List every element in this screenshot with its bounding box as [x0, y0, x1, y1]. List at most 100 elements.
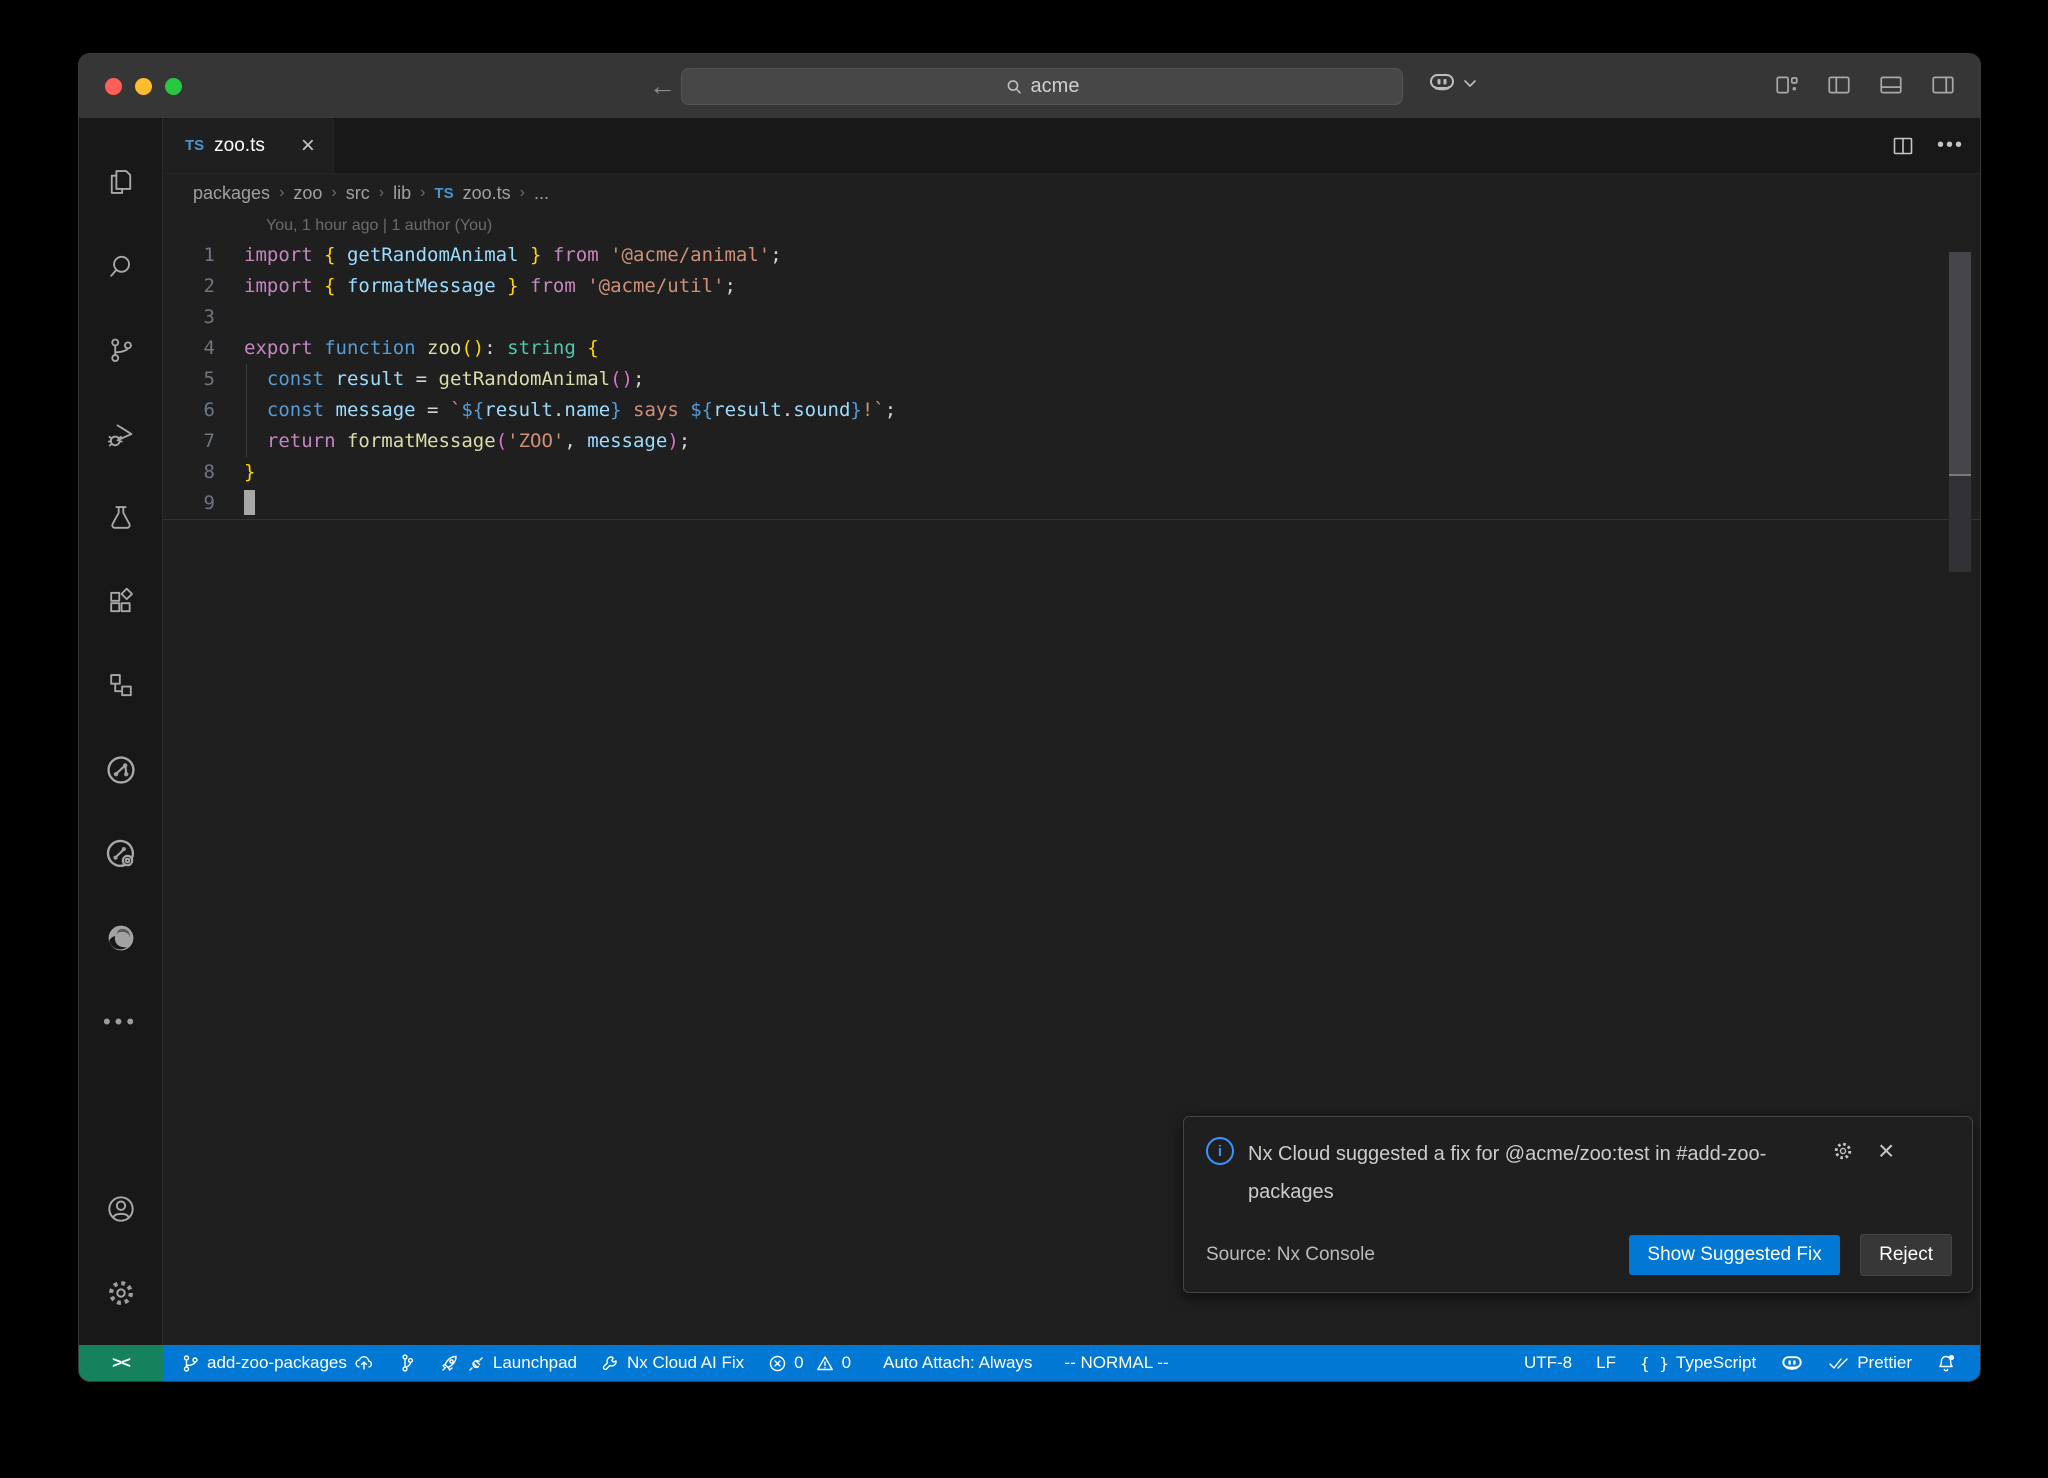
breadcrumb-item[interactable]: ... — [534, 183, 549, 204]
encoding-button[interactable]: UTF-8 — [1514, 1345, 1582, 1381]
typescript-file-icon: TS — [185, 137, 204, 154]
tab-close-icon[interactable]: × — [301, 134, 315, 158]
line-number: 5 — [163, 364, 215, 395]
copilot-status-button[interactable] — [1770, 1345, 1814, 1381]
activity-bar: ••• — [79, 118, 163, 1345]
minimize-window-button[interactable] — [135, 78, 152, 95]
source-control-icon[interactable] — [79, 308, 163, 392]
braces-icon: { } — [1640, 1354, 1669, 1373]
wrench-icon — [601, 1354, 620, 1373]
code-line[interactable]: 8} — [163, 457, 1980, 488]
customize-layout-icon[interactable] — [1774, 72, 1800, 98]
line-number: 8 — [163, 457, 215, 488]
line-content: import { getRandomAnimal } from '@acme/a… — [215, 240, 782, 271]
tab-zoo-ts[interactable]: TS zoo.ts × — [163, 118, 334, 173]
window-controls — [105, 78, 182, 95]
search-icon[interactable] — [79, 224, 163, 308]
more-icon[interactable]: ••• — [79, 980, 163, 1064]
nx-cloud-icon[interactable] — [79, 812, 163, 896]
edge-browser-icon[interactable] — [79, 896, 163, 980]
eol-label: LF — [1596, 1353, 1616, 1373]
notifications-bell-button[interactable] — [1926, 1345, 1966, 1381]
code-line[interactable]: 2import { formatMessage } from '@acme/ut… — [163, 271, 1980, 302]
extensions-icon[interactable] — [79, 560, 163, 644]
accounts-icon[interactable] — [79, 1167, 163, 1251]
notification-source: Source: Nx Console — [1206, 1244, 1375, 1266]
errors-icon — [768, 1354, 787, 1373]
line-content: } — [215, 457, 255, 488]
line-number: 6 — [163, 395, 215, 426]
reject-button[interactable]: Reject — [1860, 1234, 1952, 1276]
breadcrumb-separator-icon: › — [420, 184, 425, 202]
breadcrumb-item[interactable]: zoo › — [293, 183, 336, 204]
nx-cloud-ai-fix-label: Nx Cloud AI Fix — [627, 1353, 744, 1373]
breadcrumb-item[interactable]: TSzoo.ts› — [434, 183, 525, 204]
notification-settings-gear-icon[interactable] — [1832, 1140, 1854, 1162]
branch-button[interactable]: add-zoo-packages — [171, 1345, 384, 1381]
code-line[interactable]: 1import { getRandomAnimal } from '@acme/… — [163, 240, 1980, 271]
breadcrumb-separator-icon: › — [331, 184, 336, 202]
rocket-icon — [439, 1353, 460, 1374]
warning-count: 0 — [842, 1353, 851, 1373]
line-content: const message = `${result.name} says ${r… — [215, 395, 896, 426]
editor-more-actions-icon[interactable]: ••• — [1937, 134, 1964, 157]
zoom-window-button[interactable] — [165, 78, 182, 95]
publish-cloud-icon — [354, 1354, 374, 1372]
info-icon: i — [1206, 1137, 1234, 1165]
code-line[interactable]: 9 — [163, 488, 1980, 519]
formatter-button[interactable]: Prettier — [1818, 1345, 1922, 1381]
notification-dot — [1949, 1354, 1954, 1359]
toggle-primary-sidebar-icon[interactable] — [1826, 72, 1852, 98]
scrollbar-thumb[interactable] — [1949, 252, 1971, 474]
bell-icon — [1936, 1353, 1956, 1374]
nx-cloud-ai-fix-button[interactable]: Nx Cloud AI Fix — [591, 1345, 754, 1381]
launchpad-button[interactable]: Launchpad — [429, 1345, 587, 1381]
launchpad-label: Launchpad — [493, 1353, 577, 1373]
notification-message: Nx Cloud suggested a fix for @acme/zoo:t… — [1248, 1135, 1818, 1211]
code-line[interactable]: 7 return formatMessage('ZOO', message); — [163, 426, 1980, 457]
testing-icon[interactable] — [79, 476, 163, 560]
branch-label: add-zoo-packages — [207, 1353, 347, 1373]
settings-gear-icon[interactable] — [79, 1251, 163, 1335]
title-bar: ← → acme — [79, 54, 1980, 118]
navigate-back-button[interactable]: ← — [649, 73, 676, 100]
breadcrumb-separator-icon: › — [520, 184, 525, 202]
line-content: import { formatMessage } from '@acme/uti… — [215, 271, 736, 302]
breadcrumb-separator-icon: › — [379, 184, 384, 202]
breadcrumb-item[interactable]: lib › — [393, 183, 425, 204]
auto-attach-button[interactable]: Auto Attach: Always — [873, 1345, 1042, 1381]
tab-bar: TS zoo.ts × ••• — [163, 118, 1980, 174]
references-icon[interactable] — [79, 644, 163, 728]
language-label: TypeScript — [1676, 1353, 1756, 1373]
split-editor-icon[interactable] — [1891, 134, 1915, 158]
toggle-secondary-sidebar-icon[interactable] — [1930, 72, 1956, 98]
explorer-icon[interactable] — [79, 140, 163, 224]
plug-icon — [467, 1354, 486, 1373]
code-line[interactable]: 3 — [163, 302, 1980, 333]
copilot-menu-button[interactable] — [1427, 71, 1477, 95]
command-center-search[interactable]: acme — [681, 68, 1403, 105]
breadcrumb-item[interactable]: packages› — [193, 183, 284, 204]
run-debug-icon[interactable] — [79, 392, 163, 476]
close-window-button[interactable] — [105, 78, 122, 95]
breadcrumb-item[interactable]: src› — [346, 183, 384, 204]
code-line[interactable]: 4export function zoo(): string { — [163, 333, 1980, 364]
warnings-icon — [815, 1354, 835, 1373]
breadcrumb-label: zoo — [293, 183, 322, 204]
line-number: 2 — [163, 271, 215, 302]
git-blame-annotation: You, 1 hour ago | 1 author (You) — [163, 212, 1980, 240]
git-graph-button[interactable] — [388, 1345, 425, 1381]
show-suggested-fix-button[interactable]: Show Suggested Fix — [1629, 1235, 1839, 1275]
remote-indicator-button[interactable]: >< — [79, 1345, 163, 1381]
notification-close-icon[interactable]: × — [1878, 1137, 1894, 1165]
vim-mode-indicator[interactable]: -- NORMAL -- — [1054, 1345, 1178, 1381]
scrollbar-track-lower[interactable] — [1949, 476, 1971, 572]
code-line[interactable]: 5 const result = getRandomAnimal(); — [163, 364, 1980, 395]
breadcrumb-label: lib — [393, 183, 411, 204]
problems-button[interactable]: 0 0 — [758, 1345, 861, 1381]
nx-console-icon[interactable] — [79, 728, 163, 812]
toggle-panel-icon[interactable] — [1878, 72, 1904, 98]
code-line[interactable]: 6 const message = `${result.name} says $… — [163, 395, 1980, 426]
language-mode-button[interactable]: { } TypeScript — [1630, 1345, 1766, 1381]
eol-button[interactable]: LF — [1586, 1345, 1626, 1381]
